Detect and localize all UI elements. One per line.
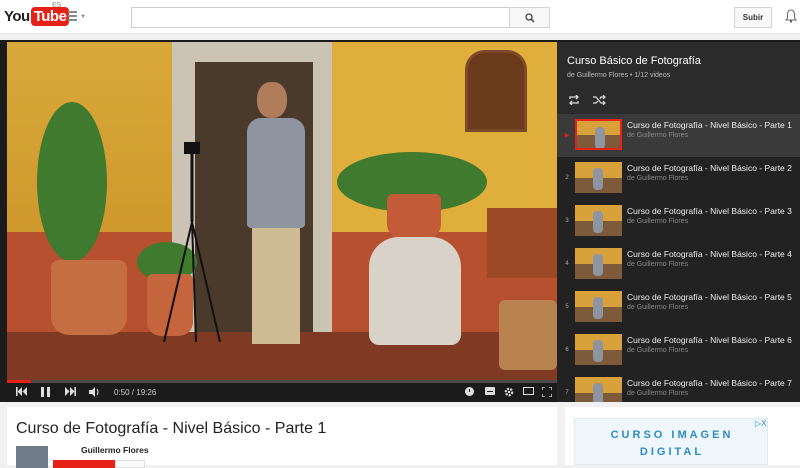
playlist-item-thumbnail [575, 205, 622, 236]
loop-icon[interactable] [568, 95, 580, 105]
playlist-item[interactable]: 7 Curso de Fotografía - Nivel Básico - Pa… [557, 372, 800, 402]
playlist-toolbar [557, 86, 800, 114]
playlist-item-index: 5 [565, 304, 569, 310]
playlist-item-author: de Guillermo Flores [627, 175, 689, 182]
channel-name[interactable]: Guillermo Flores [81, 445, 149, 455]
playlist-item-thumbnail [575, 291, 622, 322]
playlist-item-index: 4 [565, 261, 569, 267]
menu-icon-bar [68, 19, 77, 21]
scene-bench [487, 208, 557, 278]
logo-you-text: You [4, 7, 30, 25]
playlist-title[interactable]: Curso Básico de Fotografía [567, 55, 701, 67]
time-display: 0:50 / 19:26 [114, 388, 156, 397]
playlist-item-index: ▶ [564, 133, 570, 139]
scene-pot-left [51, 260, 127, 335]
playlist-item-thumbnail [575, 334, 622, 365]
playlist-header: Curso Básico de Fotografía de Guillermo … [557, 42, 800, 86]
player-container: 0:50 / 19:26 Curso Básico de Fotografía … [0, 40, 800, 402]
video-frame[interactable] [7, 42, 557, 380]
playlist-item-title: Curso de Fotografía - Nivel Básico - Par… [627, 249, 792, 259]
chevron-down-icon: ▼ [80, 14, 86, 20]
scene-presenter-body [247, 118, 305, 228]
gear-icon[interactable] [504, 387, 514, 397]
player-controls: 0:50 / 19:26 [7, 383, 557, 402]
subtitles-icon[interactable] [485, 387, 495, 395]
scene-plant-left [37, 102, 107, 262]
watch-later-icon[interactable] [465, 387, 474, 396]
playlist-item-author: de Guillermo Flores [627, 390, 689, 397]
scene-pot-right [387, 194, 441, 240]
playlist-item-thumbnail [575, 162, 622, 193]
region-label: ES [52, 2, 62, 9]
video-title: Curso de Fotografía - Nivel Básico - Par… [16, 420, 327, 437]
next-icon[interactable] [65, 387, 76, 396]
guide-menu-button[interactable]: ▼ [66, 9, 86, 23]
video-info-card: Curso de Fotografía - Nivel Básico - Par… [7, 407, 557, 468]
playlist-item[interactable]: 6 Curso de Fotografía - Nivel Básico - Pa… [557, 329, 800, 372]
theater-mode-icon[interactable] [523, 387, 534, 395]
playlist-item-author: de Guillermo Flores [627, 132, 689, 139]
playlist-item-author: de Guillermo Flores [627, 261, 689, 268]
playlist-item-title: Curso de Fotografía - Nivel Básico - Par… [627, 120, 792, 130]
playlist-item[interactable]: 2 Curso de Fotografía - Nivel Básico - Pa… [557, 157, 800, 200]
playlist-panel: Curso Básico de Fotografía de Guillermo … [557, 42, 800, 402]
pause-icon[interactable] [41, 387, 50, 397]
playlist-item[interactable]: 3 Curso de Fotografía - Nivel Básico - Pa… [557, 200, 800, 243]
scene-presenter-head [257, 82, 287, 118]
search-input[interactable] [131, 7, 510, 28]
scene-presenter-legs [252, 224, 300, 344]
ad-headline: CURSO IMAGEN [610, 429, 734, 441]
ad-close-icon[interactable]: ▷X [755, 419, 767, 428]
menu-icon-bar [68, 15, 77, 17]
ad-subheadline: DIGITAL [639, 446, 705, 458]
previous-icon[interactable] [16, 387, 27, 396]
current-time: 0:50 [114, 388, 130, 397]
subscriber-count [115, 460, 145, 468]
playlist-item-title: Curso de Fotografía - Nivel Básico - Par… [627, 335, 792, 345]
playlist-item-title: Curso de Fotografía - Nivel Básico - Par… [627, 163, 792, 173]
search-icon [524, 12, 535, 23]
playlist-item[interactable]: 5 Curso de Fotografía - Nivel Básico - Pa… [557, 286, 800, 329]
shuffle-icon[interactable] [593, 95, 606, 105]
bell-icon[interactable] [785, 9, 797, 23]
upload-button[interactable]: Subir [734, 7, 772, 28]
masthead: You Tube ES ▼ Subir [0, 0, 800, 34]
fullscreen-icon[interactable] [542, 387, 552, 397]
search-button[interactable] [509, 7, 550, 28]
playlist-item-author: de Guillermo Flores [627, 304, 689, 311]
logo-tube-text: Tube [30, 6, 70, 26]
playlist-item[interactable]: 4 Curso de Fotografía - Nivel Básico - Pa… [557, 243, 800, 286]
menu-icon [68, 11, 77, 13]
playlist-item-index: 2 [565, 175, 569, 181]
scene-tripod [163, 142, 221, 342]
sidebar-ad: ▷X CURSO IMAGEN DIGITAL [565, 407, 800, 465]
playlist-item-thumbnail [575, 248, 622, 279]
duration: 19:26 [136, 388, 157, 397]
volume-icon[interactable] [89, 387, 101, 397]
playlist-item-title: Curso de Fotografía - Nivel Básico - Par… [627, 292, 792, 302]
playlist-item-title: Curso de Fotografía - Nivel Básico - Par… [627, 378, 792, 388]
ad-banner[interactable]: ▷X CURSO IMAGEN DIGITAL [574, 418, 768, 465]
playlist-item-author: de Guillermo Flores [627, 347, 689, 354]
subscribe-button[interactable] [53, 460, 115, 468]
playlist-item[interactable]: ▶ Curso de Fotografía - Nivel Básico - Pa… [557, 114, 800, 157]
playlist-item-index: 7 [565, 390, 569, 396]
playlist-item-title: Curso de Fotografía - Nivel Básico - Par… [627, 206, 792, 216]
scene-window [465, 50, 527, 132]
playlist-item-index: 6 [565, 347, 569, 353]
playlist-subtitle: de Guillermo Flores • 1/12 videos [567, 72, 671, 79]
playlist-item-author: de Guillermo Flores [627, 218, 689, 225]
scene-stone-pedestal [369, 237, 461, 345]
playlist-item-thumbnail [575, 377, 622, 402]
scene-basket [499, 300, 557, 370]
playlist-item-index: 3 [565, 218, 569, 224]
playlist-item-thumbnail [575, 119, 622, 150]
